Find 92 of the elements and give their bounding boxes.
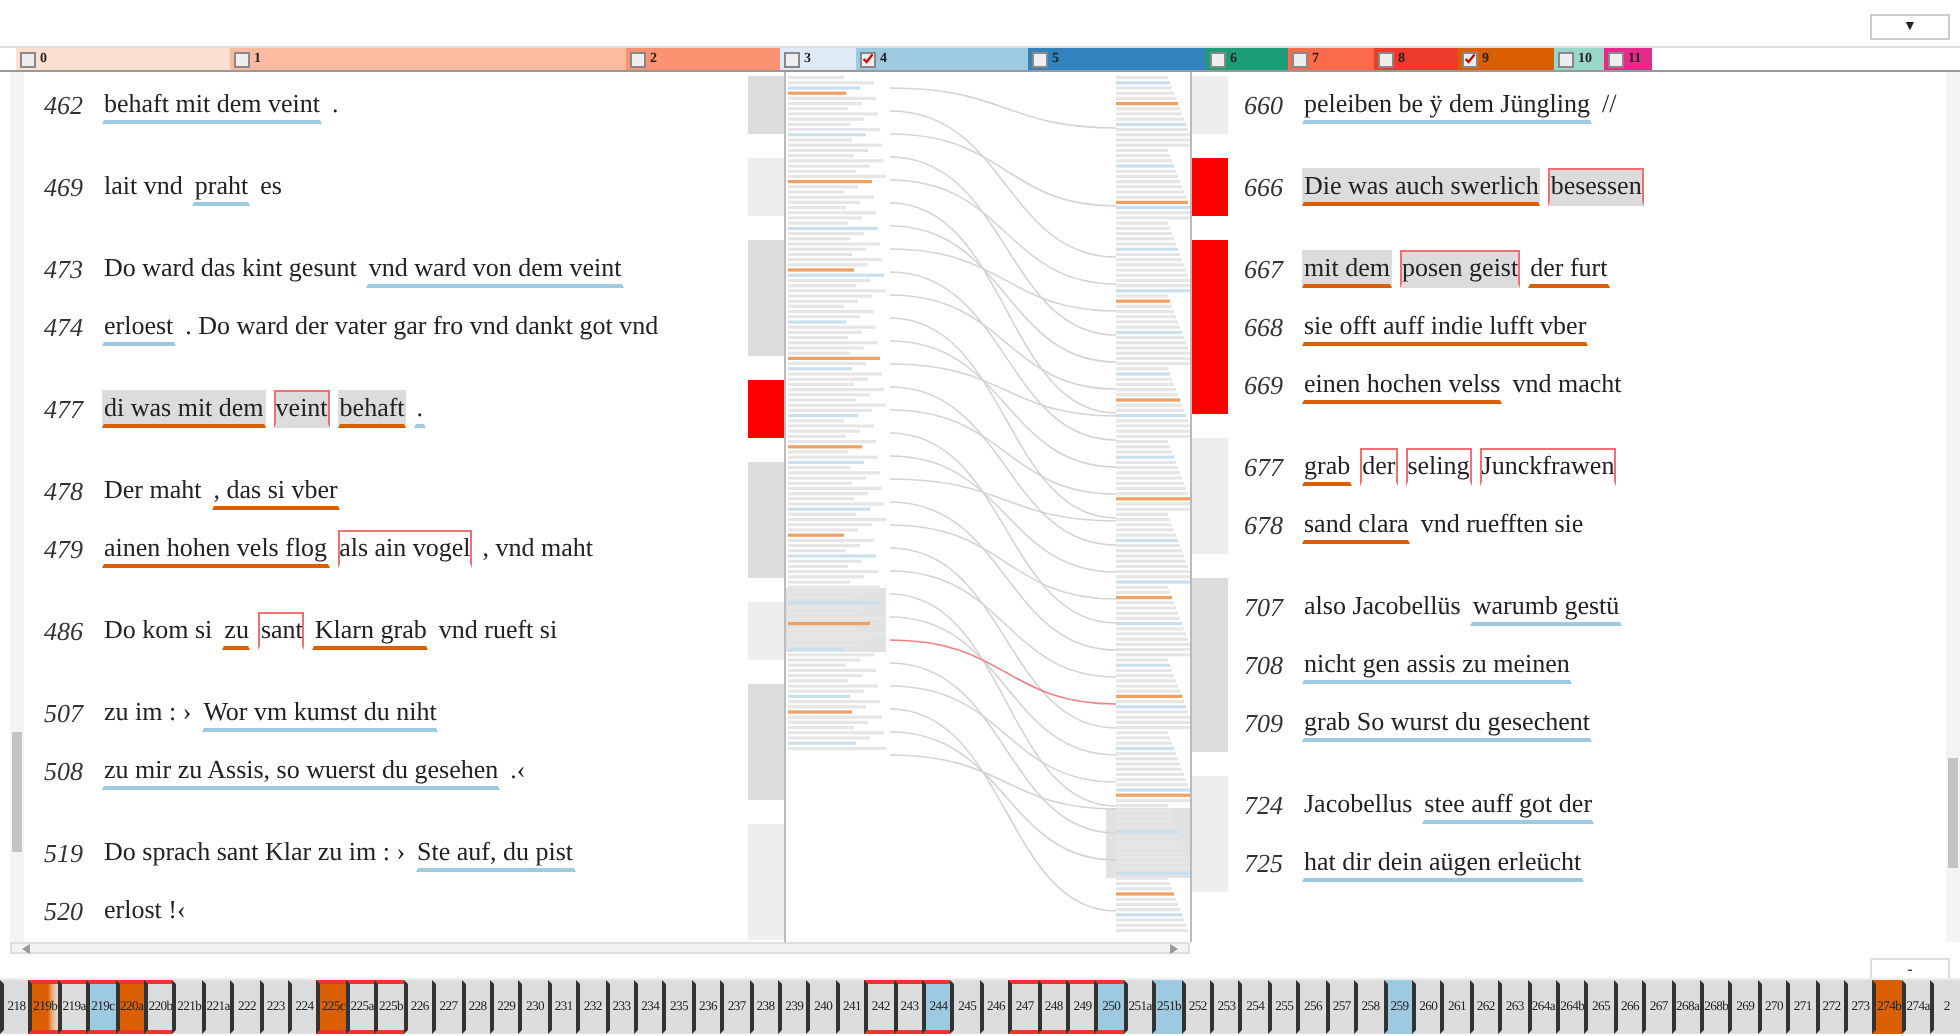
line-text: einen hochen velss <box>1302 366 1503 404</box>
checkbox[interactable] <box>1558 51 1574 67</box>
checkbox[interactable] <box>1210 51 1226 67</box>
scroll-left-icon[interactable] <box>22 943 30 953</box>
line-number: 667 <box>1244 253 1286 285</box>
scrollbar[interactable] <box>1946 72 1960 942</box>
line-number: 478 <box>44 475 85 507</box>
line-number: 519 <box>44 837 85 869</box>
line-text: , das si vber <box>211 472 340 510</box>
checkbox[interactable] <box>1378 51 1394 67</box>
line-text: lait vnd <box>102 168 185 204</box>
line-number: 668 <box>1244 311 1285 343</box>
line-text: behaft <box>337 390 407 428</box>
checkbox[interactable] <box>1462 51 1478 67</box>
line-text: Do ward das kint gesunt <box>102 250 359 286</box>
line-number: 678 <box>1244 509 1285 541</box>
line-number: 477 <box>44 393 86 425</box>
line-text: Ste auf, du pist <box>415 834 576 872</box>
line-text: Die was auch swerlich <box>1302 168 1541 206</box>
line-number: 508 <box>44 755 85 787</box>
line-text: . <box>329 86 341 122</box>
line-number: 474 <box>44 311 85 343</box>
line-text: grab <box>1302 448 1353 486</box>
line-number: 707 <box>1244 591 1286 623</box>
line-text: Klarn grab <box>312 612 429 650</box>
line-number: 724 <box>1244 789 1285 821</box>
checkbox[interactable] <box>1292 51 1308 67</box>
line-text: vnd ruefften sie <box>1418 506 1586 542</box>
line-text: .‹ <box>508 752 528 788</box>
line-number: 462 <box>44 89 85 121</box>
line-text: sand clara <box>1302 506 1411 544</box>
horizontal-scrollbar[interactable] <box>10 942 1190 954</box>
line-text: grab So wurst du gesechent <box>1302 704 1592 742</box>
line-text: praht <box>192 168 251 206</box>
line-text: Der maht <box>102 472 204 508</box>
line-text: . Do ward der vater gar fro vnd dankt got vnd <box>183 308 661 344</box>
line-text: ainen hohen vels flog <box>102 530 330 568</box>
line-number: 469 <box>44 171 85 203</box>
line-text: stee auff got der <box>1422 786 1595 824</box>
line-text: vnd ward von dem veint <box>366 250 624 288</box>
line-text: . <box>414 390 426 428</box>
line-number: 669 <box>1244 369 1285 401</box>
line-number: 486 <box>44 615 85 647</box>
line-text: peleiben be ÿ dem Jüngling <box>1302 86 1592 124</box>
line-text: der furt <box>1528 250 1610 288</box>
line-text: Do kom si <box>102 612 215 648</box>
checkbox[interactable] <box>1032 51 1048 67</box>
line-text: sie offt auff indie lufft vber <box>1302 308 1589 346</box>
line-number: 709 <box>1244 707 1285 739</box>
highlighted-phrase: seling <box>1405 448 1472 486</box>
line-number: 666 <box>1244 171 1285 203</box>
checkbox[interactable] <box>20 51 36 67</box>
line-number: 660 <box>1244 89 1285 121</box>
line-number: 520 <box>44 895 85 927</box>
highlighted-phrase: Junckfrawen <box>1479 448 1617 486</box>
line-text: , vnd maht <box>480 530 596 566</box>
checkbox[interactable] <box>234 51 250 67</box>
line-text: es <box>258 168 284 204</box>
checkbox[interactable] <box>860 51 876 67</box>
line-number: 725 <box>1244 847 1285 879</box>
highlighted-phrase: besessen <box>1548 168 1644 206</box>
line-number: 677 <box>1244 451 1286 483</box>
line-text: hat dir dein aügen erleücht <box>1302 844 1584 882</box>
highlighted-phrase: der <box>1360 448 1398 486</box>
checkbox[interactable] <box>784 51 800 67</box>
checkbox[interactable] <box>630 51 646 67</box>
line-number: 473 <box>44 253 85 285</box>
highlighted-phrase: als ain vogel <box>337 530 473 568</box>
line-text: behaft mit dem veint <box>102 86 322 124</box>
line-text: zu im : › <box>102 694 194 730</box>
scroll-right-icon[interactable] <box>1170 943 1178 953</box>
line-text: Jacobellus <box>1302 786 1415 822</box>
line-text: zu mir zu Assis, so wuerst du gesehen <box>102 752 501 790</box>
line-text: erloest <box>102 308 176 346</box>
line-text: Wor vm kumst du niht <box>201 694 439 732</box>
line-text: zu <box>222 612 251 650</box>
line-text: warumb gestü <box>1470 588 1622 626</box>
checkbox[interactable] <box>1608 51 1624 67</box>
line-text: erlost !‹ <box>102 892 188 928</box>
line-text: // <box>1599 86 1619 122</box>
line-text: also Jacobellüs <box>1302 588 1463 624</box>
line-number: 479 <box>44 533 85 565</box>
line-number: 708 <box>1244 649 1285 681</box>
line-text: mit dem <box>1302 250 1392 288</box>
line-text: Do sprach sant Klar zu im : › <box>102 834 408 870</box>
line-text: vnd macht <box>1510 366 1624 402</box>
highlighted-phrase: posen geist <box>1399 250 1521 288</box>
line-text: di was mit dem <box>102 390 266 428</box>
line-text: vnd rueft si <box>436 612 560 648</box>
line-number: 507 <box>44 697 86 729</box>
line-text: nicht gen assis zu meinen <box>1302 646 1572 684</box>
scrollbar[interactable] <box>10 72 24 942</box>
